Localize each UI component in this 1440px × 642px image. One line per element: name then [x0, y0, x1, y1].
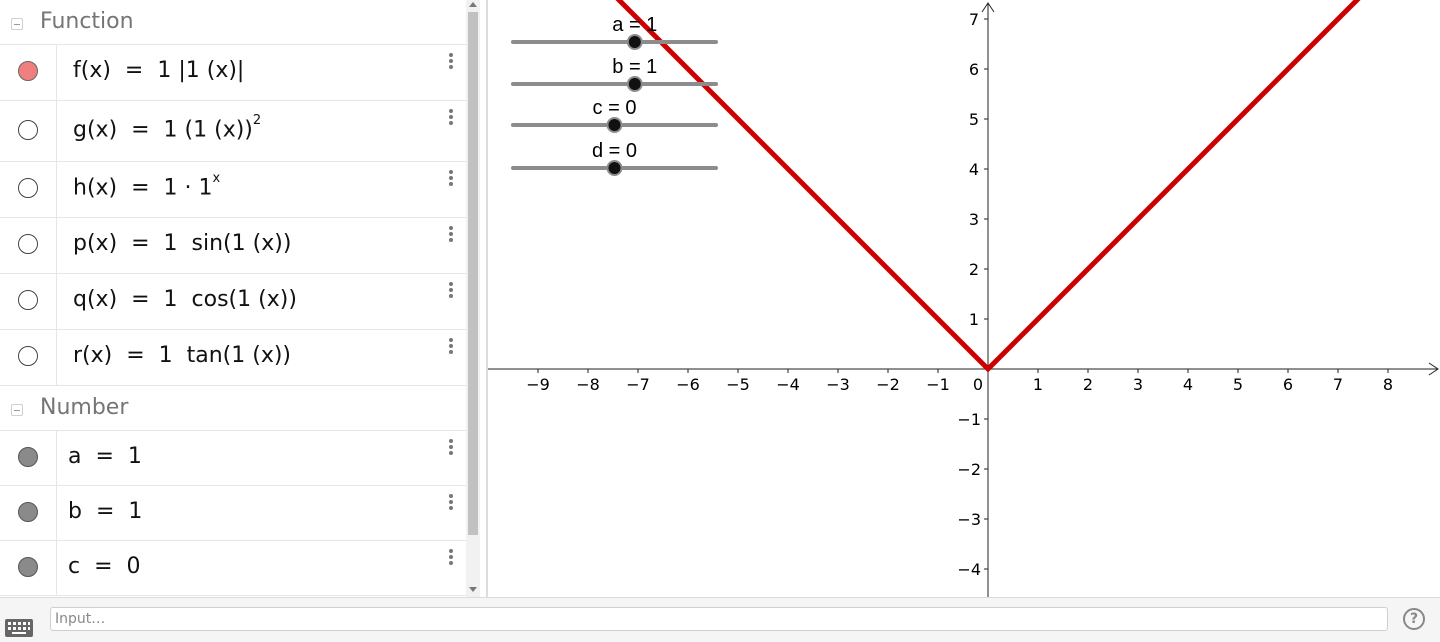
visibility-cell	[0, 162, 57, 217]
x-tick-label: 8	[1383, 375, 1393, 394]
algebra-row[interactable]: c = 0	[0, 541, 466, 596]
algebra-row[interactable]: p(x) = 1 sin(1 (x))	[0, 218, 466, 274]
slider-knob[interactable]	[626, 34, 643, 50]
visibility-toggle[interactable]	[18, 290, 38, 310]
algebra-expression[interactable]: p(x) = 1 sin(1 (x))	[73, 231, 291, 256]
y-tick-label: 4	[969, 160, 979, 179]
group-header-function: Function	[0, 0, 466, 45]
x-tick-label: −5	[726, 375, 750, 394]
algebra-expression[interactable]: a = 1	[68, 444, 142, 469]
algebra-row[interactable]: q(x) = 1 cos(1 (x))	[0, 274, 466, 330]
more-options-icon[interactable]	[446, 494, 456, 514]
x-tick-label: −1	[926, 375, 950, 394]
slider-knob[interactable]	[626, 76, 643, 92]
visibility-toggle[interactable]	[18, 557, 38, 577]
algebra-row[interactable]: f(x) = 1 |1 (x)|	[0, 45, 466, 101]
slider-label: b = 1	[612, 56, 657, 78]
scroll-up-icon[interactable]	[469, 2, 477, 7]
collapse-icon[interactable]	[11, 18, 23, 30]
more-options-icon[interactable]	[446, 226, 456, 246]
x-tick-label: −4	[776, 375, 800, 394]
y-tick-label: 7	[969, 10, 979, 29]
x-tick-label: −7	[626, 375, 650, 394]
y-tick-label: 2	[969, 260, 979, 279]
y-tick-label: 6	[969, 60, 979, 79]
visibility-toggle[interactable]	[18, 447, 38, 467]
more-options-icon[interactable]	[446, 170, 456, 190]
x-tick-label: −8	[576, 375, 600, 394]
more-options-icon[interactable]	[446, 282, 456, 302]
more-options-icon[interactable]	[446, 109, 456, 129]
x-tick-label: 2	[1083, 375, 1093, 394]
x-tick-label: −6	[676, 375, 700, 394]
visibility-cell	[0, 274, 57, 329]
collapse-icon[interactable]	[11, 404, 23, 416]
y-tick-label: 1	[969, 310, 979, 329]
algebra-expression[interactable]: r(x) = 1 tan(1 (x))	[73, 343, 291, 368]
visibility-toggle[interactable]	[18, 234, 38, 254]
slider-label: d = 0	[592, 140, 637, 162]
x-tick-label: 0	[973, 375, 983, 394]
group-title: Function	[40, 9, 134, 34]
y-tick-label: −4	[957, 560, 981, 579]
x-tick-label: 4	[1183, 375, 1193, 394]
algebra-row[interactable]: a = 1	[0, 431, 466, 486]
visibility-toggle[interactable]	[18, 502, 38, 522]
algebra-row[interactable]: b = 1	[0, 486, 466, 541]
x-tick-label: −3	[826, 375, 850, 394]
algebra-expression[interactable]: g(x) = 1 (1 (x))2	[73, 113, 261, 142]
visibility-cell	[0, 45, 57, 100]
input-field[interactable]	[50, 607, 1388, 631]
x-tick-label: 5	[1233, 375, 1243, 394]
slider-label: c = 0	[593, 97, 637, 119]
y-tick-label: −1	[957, 410, 981, 429]
algebra-expression[interactable]: f(x) = 1 |1 (x)|	[73, 58, 244, 83]
x-tick-label: 6	[1283, 375, 1293, 394]
more-options-icon[interactable]	[446, 549, 456, 569]
algebra-expression[interactable]: c = 0	[68, 554, 141, 579]
algebra-row[interactable]: g(x) = 1 (1 (x))2	[0, 101, 466, 162]
algebra-scrollbar-thumb[interactable]	[468, 12, 478, 535]
visibility-cell	[0, 431, 57, 485]
slider-knob[interactable]	[606, 117, 623, 133]
algebra-view: Function f(x) = 1 |1 (x)| g(x) = 1 (1 (x))…	[0, 0, 466, 597]
algebra-expression[interactable]: h(x) = 1 · 1x	[73, 171, 220, 200]
x-tick-label: −2	[876, 375, 900, 394]
more-options-icon[interactable]	[446, 53, 456, 73]
visibility-cell	[0, 541, 57, 595]
graphics-view[interactable]: −9 −8 −7 −6 −5 −4 −3 −2 −1 0 1 2 3 4 5 6 7 8 1 2 3 4 5 6 7 −1 −2 −3…	[488, 0, 1440, 597]
algebra-expression[interactable]: b = 1	[68, 499, 142, 524]
y-tick-label: −3	[957, 510, 981, 529]
x-tick-label: 3	[1133, 375, 1143, 394]
slider-knob[interactable]	[606, 160, 623, 176]
visibility-toggle[interactable]	[18, 346, 38, 366]
y-tick-label: −2	[957, 460, 981, 479]
x-tick-label: 7	[1333, 375, 1343, 394]
visibility-toggle[interactable]	[18, 120, 38, 140]
x-tick-label: −9	[526, 375, 550, 394]
more-options-icon[interactable]	[446, 439, 456, 459]
group-title: Number	[40, 395, 129, 420]
visibility-cell	[0, 330, 57, 385]
algebra-expression[interactable]: q(x) = 1 cos(1 (x))	[73, 287, 297, 312]
group-header-number: Number	[0, 386, 466, 431]
more-options-icon[interactable]	[446, 338, 456, 358]
visibility-cell	[0, 101, 57, 161]
visibility-cell	[0, 486, 57, 540]
visibility-cell	[0, 218, 57, 273]
visibility-toggle[interactable]	[18, 61, 38, 81]
scroll-down-icon[interactable]	[469, 587, 477, 592]
slider-label: a = 1	[612, 14, 657, 36]
visibility-toggle[interactable]	[18, 178, 38, 198]
help-icon[interactable]: ?	[1403, 608, 1425, 630]
x-tick-label: 1	[1033, 375, 1043, 394]
y-tick-label: 5	[969, 110, 979, 129]
keyboard-icon[interactable]	[4, 618, 34, 638]
algebra-row[interactable]: h(x) = 1 · 1x	[0, 162, 466, 218]
y-tick-label: 3	[969, 210, 979, 229]
algebra-row[interactable]: r(x) = 1 tan(1 (x))	[0, 330, 466, 386]
